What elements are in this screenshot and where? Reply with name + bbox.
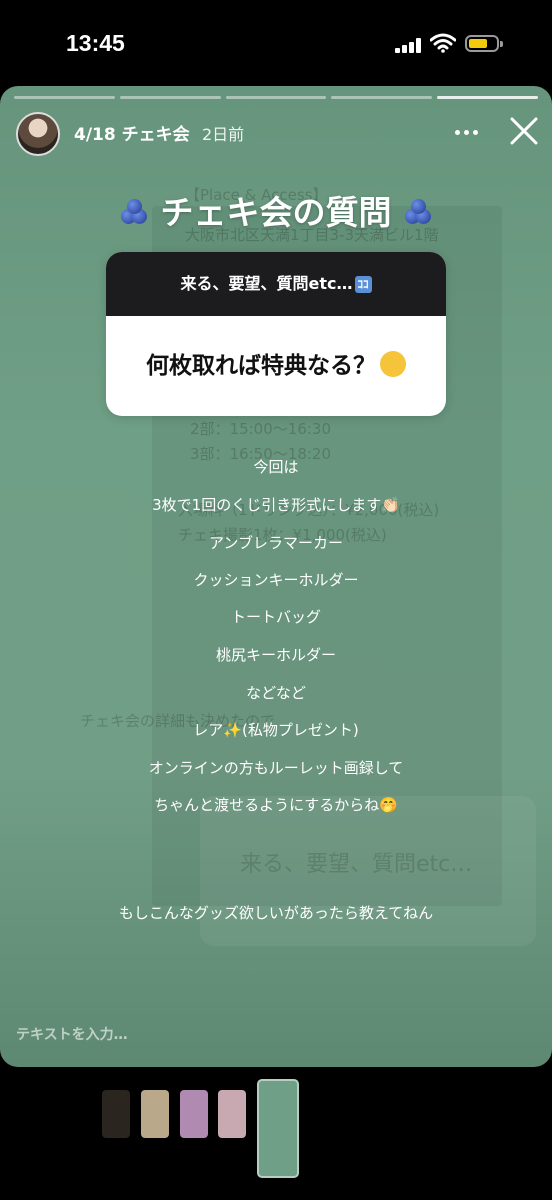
story-thumbnail[interactable] (180, 1090, 208, 1138)
status-bar: 13:45 (0, 0, 552, 86)
wifi-icon (430, 33, 456, 53)
blueberry-icon (119, 197, 149, 227)
body-text: アンブレラマーカー (209, 534, 343, 552)
body-text: 桃尻キーホルダー (215, 646, 336, 664)
story-thumbnail[interactable] (218, 1090, 246, 1138)
thinking-face-icon (380, 351, 406, 377)
story-title-text: チェキ会の質問 (160, 193, 392, 232)
background-text: 来る、要望、質問etc… (240, 852, 473, 877)
body-text: 3枚で1回のくじ引き形式にします👏🏻 (152, 496, 400, 514)
story-username[interactable]: 4/18 チェキ会 (74, 120, 190, 145)
story-thumbnail[interactable] (141, 1090, 169, 1138)
body-text: トートバッグ (230, 608, 321, 626)
question-sticker[interactable]: 来る、要望、質問etc… ｺｺ 何枚取れば特典なる？ (106, 252, 446, 416)
question-sticker-header: 来る、要望、質問etc… ｺｺ (106, 252, 446, 316)
story-thumbnail-strip (0, 1079, 552, 1178)
battery-nub (500, 41, 503, 47)
body-text: ちゃんと渡せるようにするからね🤭 (154, 796, 398, 814)
body-text: クッションキーホルダー (193, 571, 359, 589)
story-progress (14, 96, 538, 99)
story-thumbnail[interactable] (102, 1090, 130, 1138)
body-text: などなど (246, 684, 306, 702)
signal-icon (395, 37, 425, 53)
clock: 13:45 (66, 30, 125, 56)
background-text: 2部：15:00〜16:30 (190, 420, 331, 438)
more-icon[interactable] (455, 120, 485, 144)
story-timestamp: 2日前 (202, 125, 245, 144)
story-thumbnail-active[interactable] (257, 1079, 299, 1178)
question-text: 何枚取れば特典なる？ (146, 353, 376, 379)
battery-icon (465, 35, 499, 52)
story-title: チェキ会の質問 (0, 186, 552, 234)
story-viewer[interactable]: 【Place & Access】 大阪市北区天満1丁目3-3天満ビル1階 2部：… (0, 86, 552, 1067)
close-icon[interactable] (507, 114, 541, 148)
body-text: 今回は (253, 458, 299, 476)
question-prompt: 来る、要望、質問etc… (180, 274, 353, 293)
body-text: オンラインの方もルーレット画録して (148, 759, 404, 777)
question-sticker-body: 何枚取れば特典なる？ (106, 316, 446, 416)
body-text: レア✨(私物プレゼント) (193, 721, 359, 739)
avatar[interactable] (16, 112, 60, 156)
blueberry-icon (403, 197, 433, 227)
koko-badge: ｺｺ (354, 276, 372, 293)
body-text: もしこんなグッズ欲しいがあったら教えてねん (118, 904, 434, 922)
reply-input[interactable]: テキストを入力… (16, 1024, 128, 1044)
